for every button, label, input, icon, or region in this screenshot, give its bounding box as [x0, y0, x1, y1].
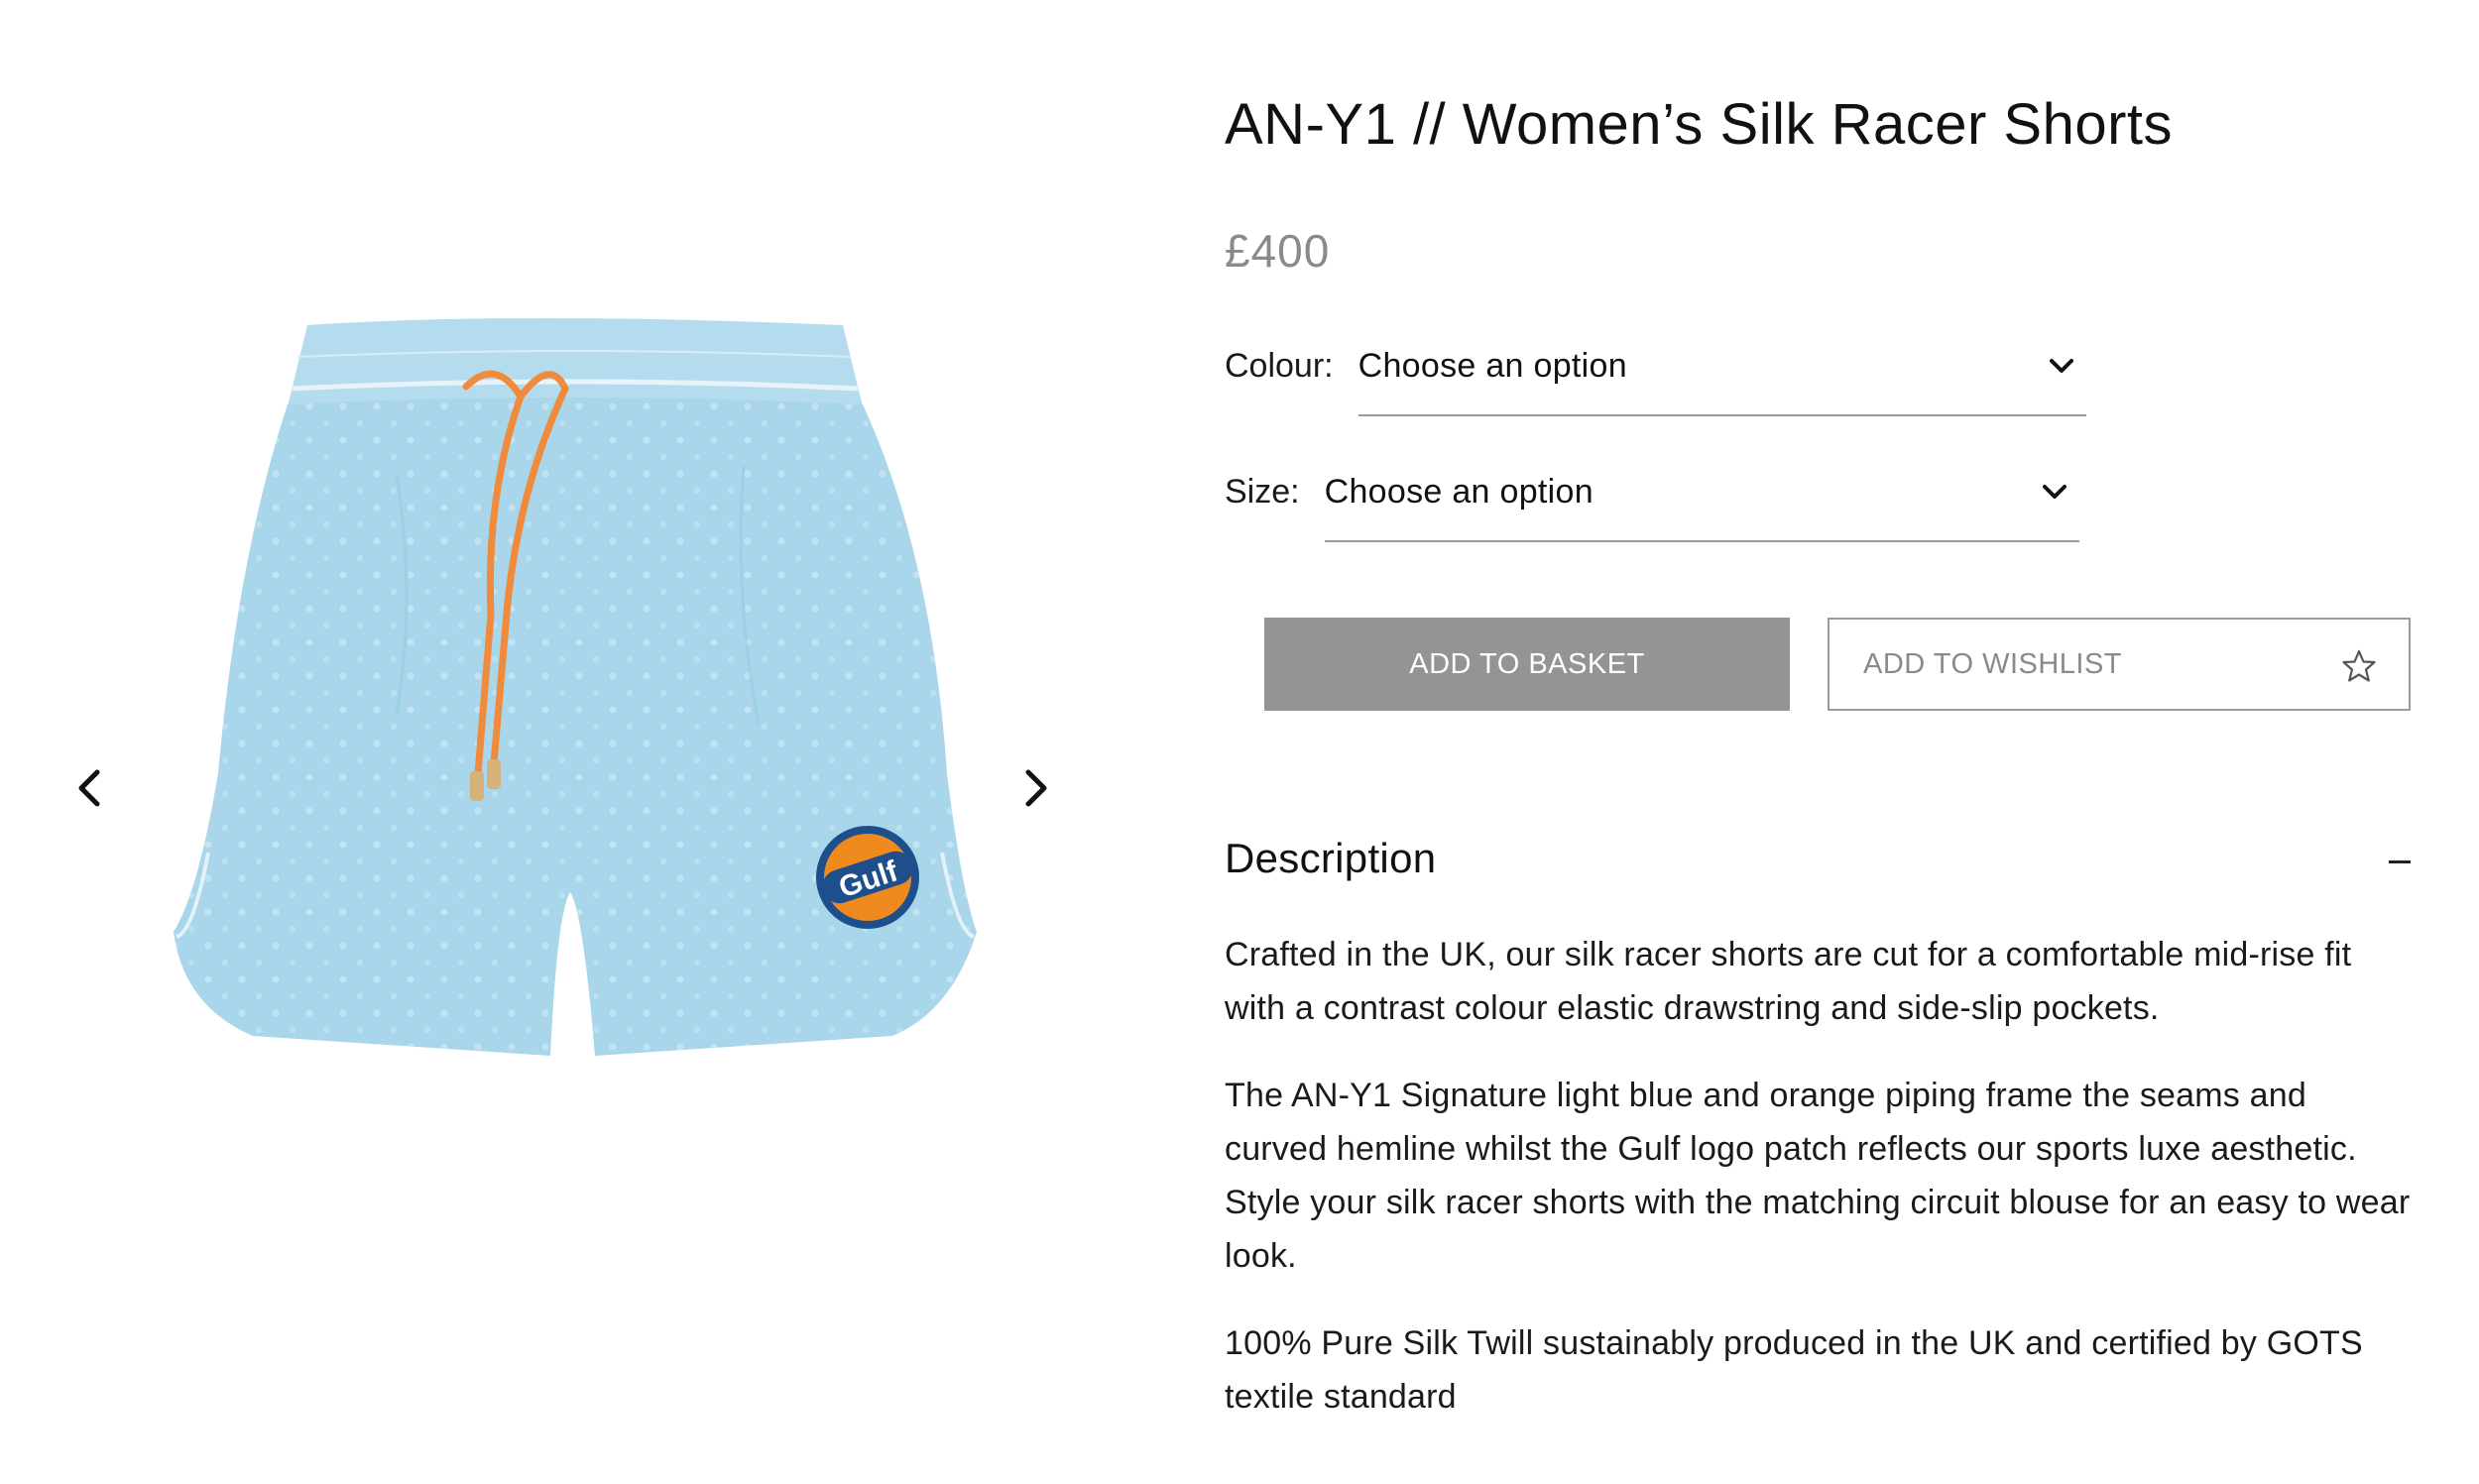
product-image[interactable]: Gulf — [99, 297, 1051, 1090]
add-to-wishlist-button[interactable]: ADD TO WISHLIST — [1828, 618, 2411, 711]
size-select[interactable]: Choose an option — [1324, 463, 2079, 542]
description-paragraph: The AN-Y1 Signature light blue and orang… — [1225, 1077, 2411, 1275]
description-paragraph: 100% Pure Silk Twill sustainably produce… — [1225, 1324, 2363, 1416]
star-icon — [2342, 649, 2376, 682]
product-price: £400 — [1225, 225, 1331, 277]
product-gallery: Gulf — [0, 0, 1140, 1484]
wishlist-label: ADD TO WISHLIST — [1863, 647, 2123, 680]
product-page: Gulf AN-Y1 // Women’s Silk Racer Shorts … — [0, 0, 2479, 1484]
minus-icon — [2389, 860, 2411, 863]
size-select-value: Choose an option — [1324, 473, 1594, 511]
chevron-right-icon — [1025, 769, 1047, 807]
size-label: Size: — [1225, 473, 1300, 511]
gallery-next-button[interactable] — [1006, 758, 1066, 818]
colour-select[interactable]: Choose an option — [1358, 337, 2086, 416]
chevron-down-icon — [2042, 485, 2066, 499]
product-title: AN-Y1 // Women’s Silk Racer Shorts — [1225, 92, 2174, 157]
description-title: Description — [1225, 835, 1437, 881]
size-option: Size: Choose an option — [1225, 463, 2079, 552]
colour-label: Colour: — [1225, 347, 1334, 385]
add-to-basket-button[interactable]: ADD TO BASKET — [1264, 618, 1790, 711]
description-body: Crafted in the UK, our silk racer shorts… — [1225, 928, 2415, 1457]
description-toggle[interactable]: Description — [1225, 835, 2411, 894]
chevron-down-icon — [2049, 359, 2073, 373]
colour-option: Colour: Choose an option — [1225, 337, 2086, 426]
description-paragraph: Crafted in the UK, our silk racer shorts… — [1225, 936, 2352, 1027]
colour-select-value: Choose an option — [1358, 347, 1627, 385]
